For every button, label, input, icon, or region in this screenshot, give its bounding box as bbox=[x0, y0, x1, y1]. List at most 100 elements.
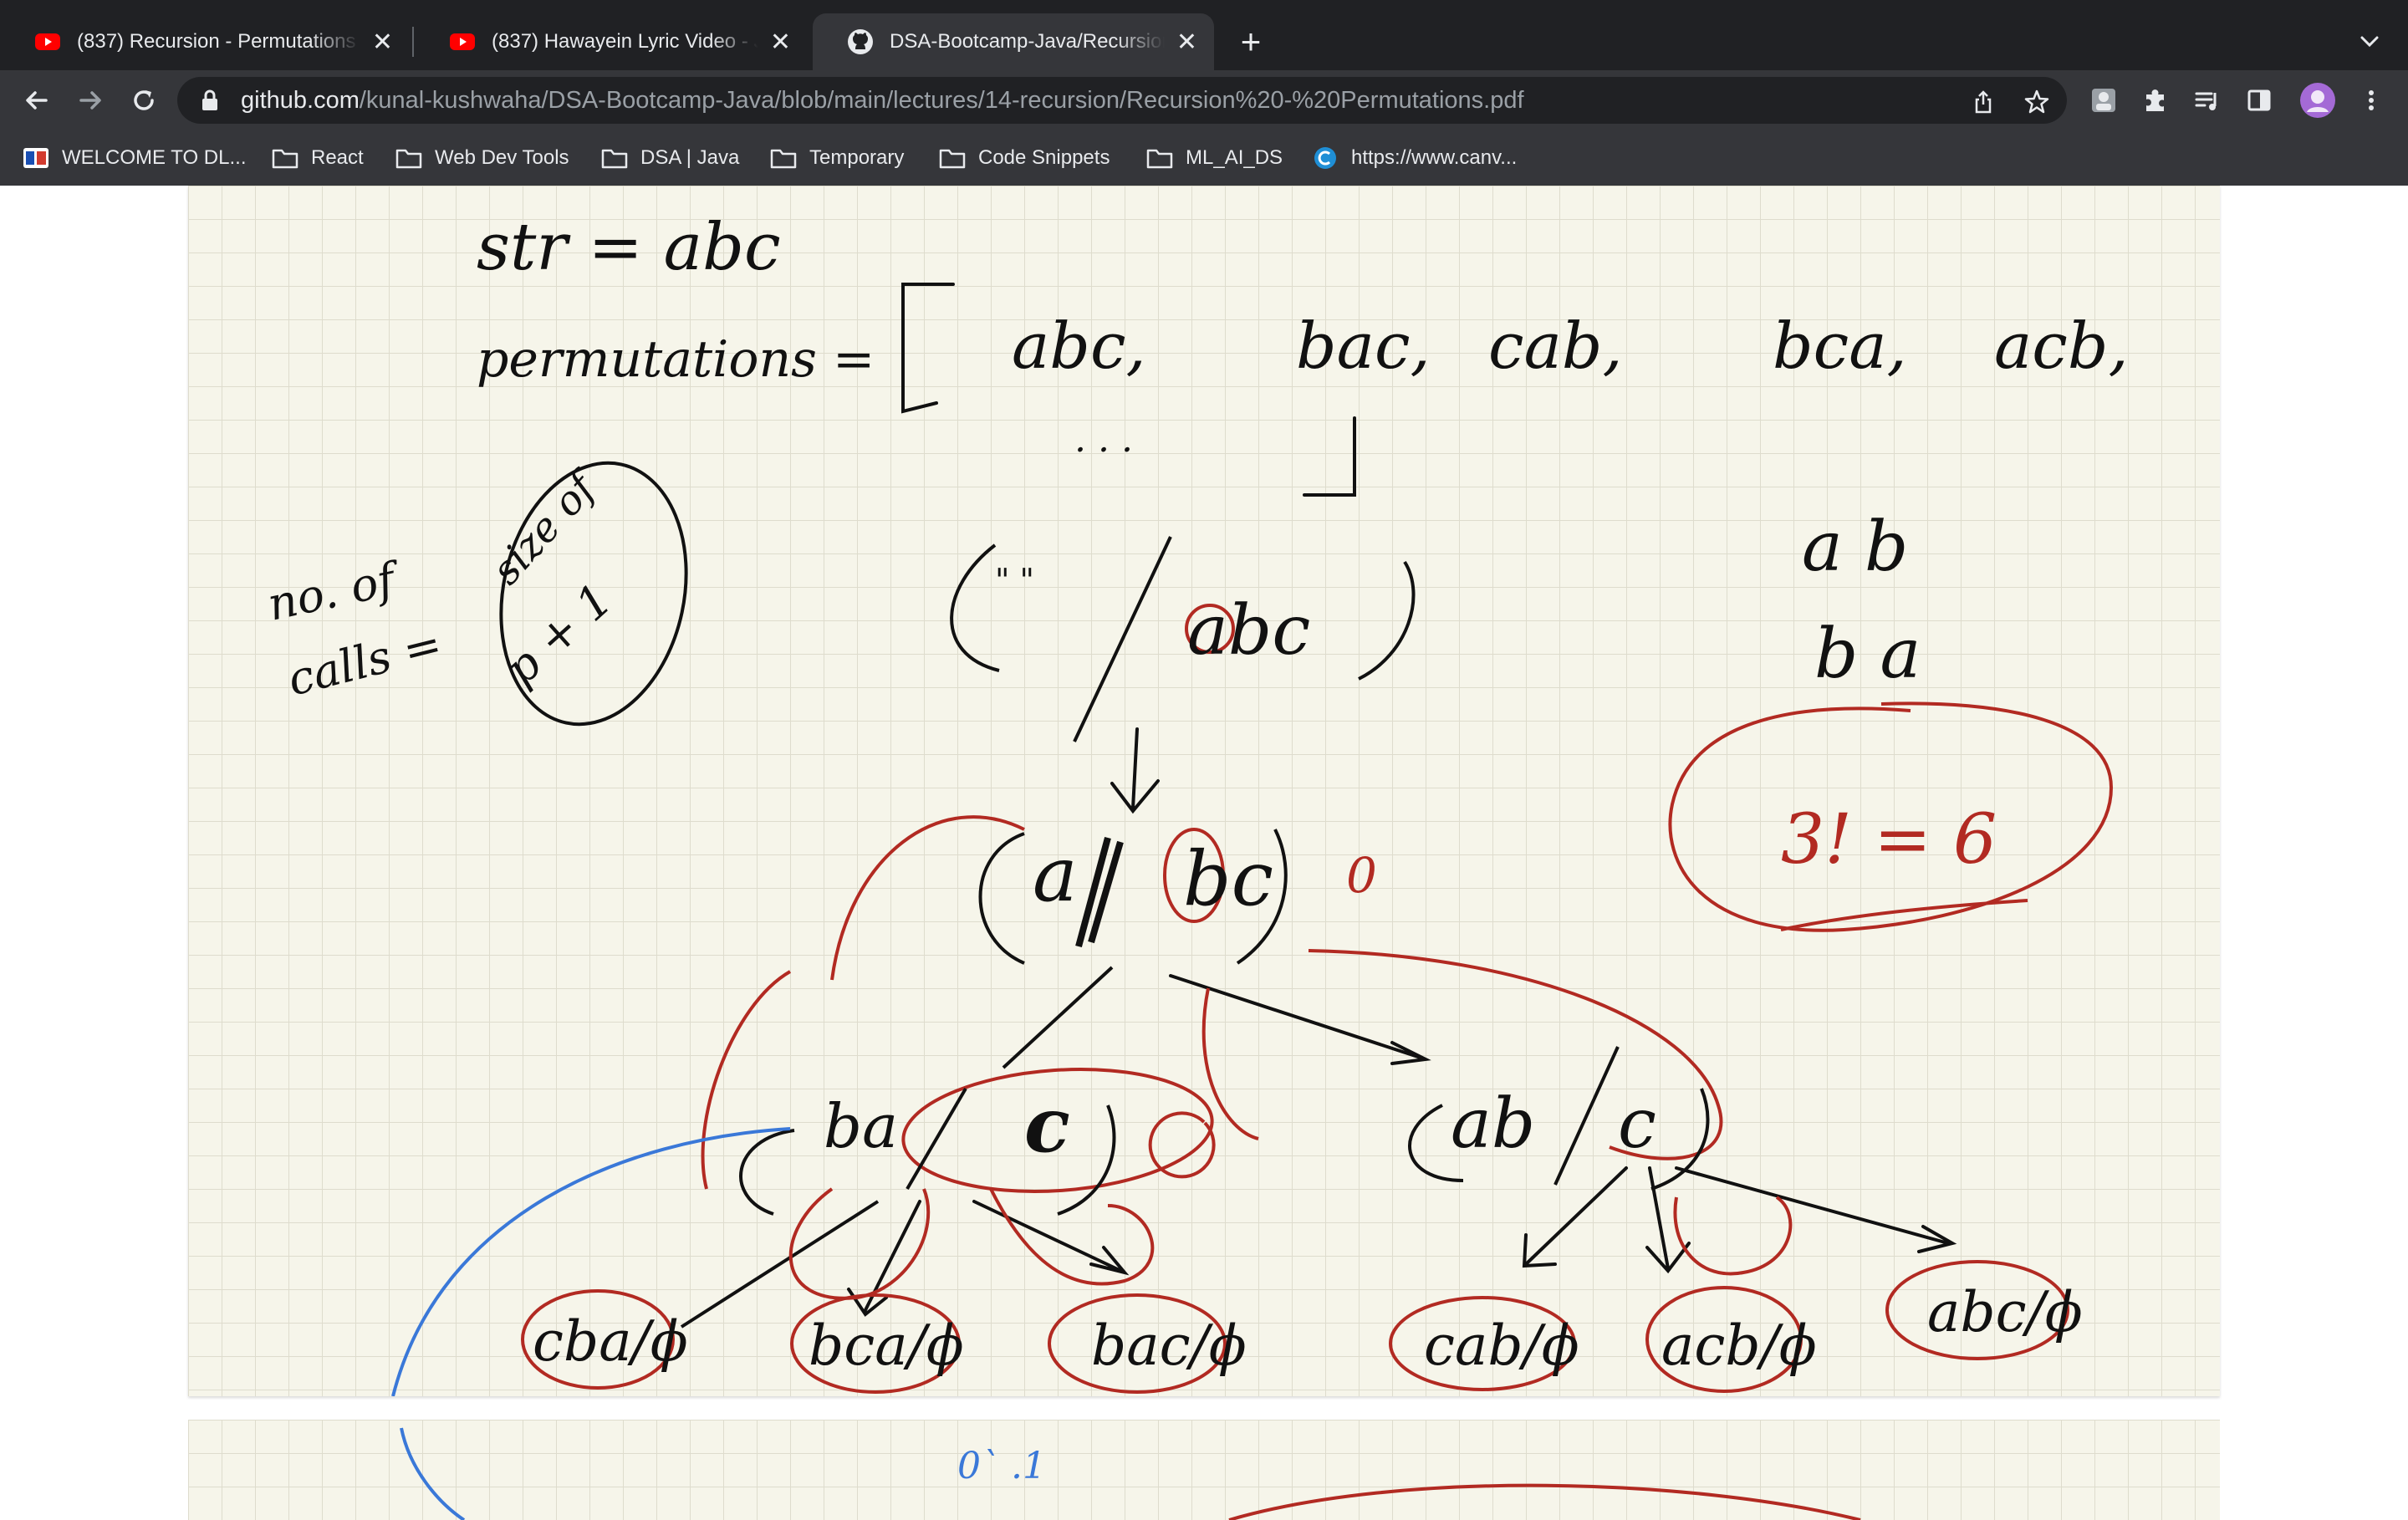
bookmark-folder-web-dev-tools[interactable]: Web Dev Tools bbox=[395, 142, 569, 174]
github-icon bbox=[848, 29, 873, 54]
bookmark-welcome[interactable]: WELCOME TO DL... bbox=[22, 142, 247, 174]
site-favicon bbox=[23, 148, 48, 168]
pdf-viewer[interactable]: str = abc permutations = abc, bac, cab, … bbox=[0, 186, 2408, 1520]
level1-p-value: a bbox=[1033, 831, 1078, 919]
profile-button[interactable] bbox=[2296, 79, 2339, 122]
extension-button[interactable] bbox=[2082, 79, 2125, 122]
arrow-right-icon bbox=[79, 91, 101, 110]
youtube-icon bbox=[35, 33, 60, 50]
share-button[interactable] bbox=[1965, 84, 2002, 120]
note-swap-1: a b bbox=[1802, 508, 1908, 587]
note-bottom-marks: 0` .1 bbox=[957, 1445, 1046, 1487]
bookmark-label: Web Dev Tools bbox=[435, 146, 569, 169]
red-loop-right bbox=[1673, 1196, 1793, 1276]
bookmark-label: https://www.canv... bbox=[1351, 146, 1518, 169]
browser-toolbar: github.com/kunal-kushwaha/DSA-Bootcamp-J… bbox=[0, 70, 2408, 130]
puzzle-icon bbox=[2146, 89, 2164, 111]
folder-icon bbox=[939, 149, 966, 169]
close-tab-icon[interactable]: ✕ bbox=[770, 28, 791, 57]
root-p-value: " " bbox=[995, 562, 1034, 599]
leaf-cba: cba/ϕ bbox=[533, 1309, 688, 1374]
bookmark-folder-ml-ai-ds[interactable]: ML_AI_DS bbox=[1145, 142, 1283, 174]
url-text[interactable]: github.com/kunal-kushwaha/DSA-Bootcamp-J… bbox=[241, 87, 1524, 115]
canva-icon bbox=[1314, 147, 1336, 169]
avatar-icon bbox=[2300, 83, 2335, 118]
close-tab-icon[interactable]: ✕ bbox=[1176, 28, 1197, 57]
arrow-to-leaf-cab bbox=[1522, 1166, 1628, 1268]
red-small-loop bbox=[1148, 1111, 1216, 1179]
bookmark-folder-dsa-java[interactable]: DSA | Java bbox=[600, 142, 739, 174]
arrow-left-icon bbox=[26, 91, 48, 110]
level2-right-divider bbox=[1553, 1046, 1620, 1186]
close-tab-icon[interactable]: ✕ bbox=[372, 28, 393, 57]
folder-icon bbox=[601, 149, 628, 169]
level2-left-open-paren bbox=[739, 1129, 795, 1216]
bookmark-folder-code-snippets[interactable]: Code Snippets bbox=[938, 142, 1110, 174]
level1-up-value: bc bbox=[1183, 835, 1273, 923]
tab-search-button[interactable] bbox=[2349, 18, 2390, 65]
note-perm-cab: cab, bbox=[1488, 309, 1623, 383]
root-open-paren bbox=[950, 543, 1000, 672]
note-perm-abc: abc, bbox=[1012, 309, 1146, 383]
address-bar[interactable]: github.com/kunal-kushwaha/DSA-Bootcamp-J… bbox=[177, 77, 2067, 124]
leaf-bac: bac/ϕ bbox=[1091, 1313, 1247, 1378]
bookmark-folder-react[interactable]: React bbox=[271, 142, 364, 174]
tab-github-pdf[interactable]: DSA-Bootcamp-Java/Recursion ✕ bbox=[813, 13, 1214, 70]
back-button[interactable] bbox=[15, 79, 59, 122]
star-icon bbox=[2024, 89, 2049, 114]
level2-left-p-value: ba bbox=[824, 1091, 898, 1161]
note-perm-acb: acb, bbox=[1994, 309, 2129, 383]
folder-icon bbox=[272, 149, 298, 169]
bookmark-label: Code Snippets bbox=[978, 146, 1110, 169]
reload-button[interactable] bbox=[122, 79, 166, 122]
root-up-value: abc bbox=[1187, 591, 1310, 671]
level2-right-up-value: c bbox=[1618, 1084, 1656, 1164]
level2-right-p-value: ab bbox=[1451, 1084, 1535, 1164]
extensions-menu-button[interactable] bbox=[2134, 79, 2177, 122]
note-perm-bca: bca, bbox=[1773, 309, 1907, 383]
media-controls-button[interactable] bbox=[2186, 79, 2229, 122]
arrow-to-leaf-bac bbox=[972, 1200, 1130, 1276]
blue-curve-continuation bbox=[400, 1427, 466, 1520]
note-calls-label-1: no. of bbox=[263, 552, 406, 631]
tab-hawayein-video[interactable]: (837) Hawayein Lyric Video - J ✕ bbox=[415, 13, 808, 70]
arrow-root-down bbox=[1110, 727, 1160, 814]
handwritten-notes: str = abc permutations = abc, bac, cab, … bbox=[263, 210, 2129, 1396]
tab-separator bbox=[412, 27, 414, 57]
share-icon bbox=[1975, 90, 1992, 114]
extension-icon bbox=[2092, 89, 2115, 112]
bookmark-folder-temporary[interactable]: Temporary bbox=[769, 142, 904, 174]
bookmark-canva[interactable]: https://www.canv... bbox=[1311, 142, 1517, 174]
tab-title: (837) Recursion - Permutations bbox=[77, 30, 356, 53]
tab-recursion-video[interactable]: (837) Recursion - Permutations ✕ bbox=[0, 13, 410, 70]
tab-title: (837) Hawayein Lyric Video - J bbox=[492, 30, 758, 53]
tab-strip: (837) Recursion - Permutations ✕ (837) H… bbox=[0, 0, 2408, 70]
new-tab-button[interactable]: + bbox=[1231, 18, 1271, 65]
red-swap-loop bbox=[830, 815, 1025, 981]
chevron-down-icon bbox=[2360, 36, 2379, 48]
open-bracket bbox=[901, 283, 955, 414]
browser-window: (837) Recursion - Permutations ✕ (837) H… bbox=[0, 0, 2408, 1520]
bookmark-label: ML_AI_DS bbox=[1186, 146, 1283, 169]
level1-note: 0 bbox=[1346, 847, 1377, 904]
side-panel-button[interactable] bbox=[2237, 79, 2281, 122]
red-arc-bottom bbox=[1228, 1483, 1861, 1520]
note-swap-2: b a bbox=[1814, 615, 1921, 694]
reload-icon bbox=[134, 90, 154, 110]
level1-divider bbox=[1075, 836, 1124, 948]
forward-button[interactable] bbox=[69, 79, 112, 122]
note-calls-label-2: calls = bbox=[283, 617, 447, 706]
folder-icon bbox=[395, 149, 422, 169]
leaf-abc: abc/ϕ bbox=[1927, 1280, 2083, 1344]
bookmark-star-button[interactable] bbox=[2018, 84, 2055, 120]
level2-left-up-value: c bbox=[1024, 1081, 1070, 1170]
root-divider bbox=[1073, 536, 1172, 742]
lock-icon[interactable] bbox=[197, 88, 222, 113]
note-ellipsis: . . . bbox=[1074, 418, 1133, 461]
bookmark-label: DSA | Java bbox=[640, 146, 740, 169]
youtube-icon bbox=[450, 33, 475, 50]
browser-menu-button[interactable] bbox=[2349, 79, 2393, 122]
pdf-page: str = abc permutations = abc, bac, cab, … bbox=[188, 186, 2220, 1396]
bookmark-label: Temporary bbox=[809, 146, 905, 169]
red-loop-center bbox=[989, 1188, 1155, 1286]
